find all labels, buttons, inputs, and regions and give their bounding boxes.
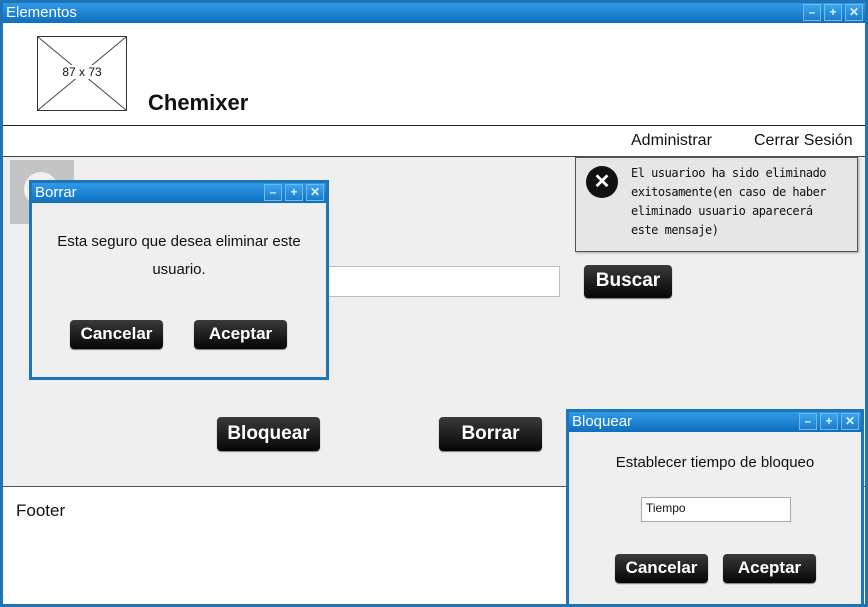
nav-administrar-link[interactable]: Administrar [631,132,712,150]
delete-dialog-message: Esta seguro que desea eliminar este usua… [57,233,301,278]
maximize-icon[interactable]: + [285,184,303,201]
minimize-icon[interactable]: – [264,184,282,201]
minimize-icon[interactable]: – [803,4,821,21]
logo-size-label: 87 x 73 [60,65,104,79]
close-icon[interactable]: ✕ [841,413,859,430]
nav-cerrar-sesion-link[interactable]: Cerrar Sesión [754,132,853,150]
window-title: Elementos [6,4,77,21]
search-input[interactable] [328,266,560,297]
search-button[interactable]: Buscar [584,265,672,298]
delete-accept-button[interactable]: Aceptar [194,320,287,349]
delete-cancel-button[interactable]: Cancelar [70,320,163,349]
close-icon[interactable]: ✕ [845,4,863,21]
minimize-icon[interactable]: – [799,413,817,430]
navbar: Administrar Cerrar Sesión [3,126,865,157]
logo-placeholder: 87 x 73 [37,36,127,111]
delete-dialog: Borrar – + ✕ Esta seguro que desea elimi… [29,180,329,380]
close-icon[interactable]: ✕ [306,184,324,201]
block-dialog: Bloquear – + ✕ Establecer tiempo de bloq… [566,409,864,607]
close-circle-icon: ✕ [586,166,618,198]
maximize-icon[interactable]: + [820,413,838,430]
delete-dialog-title: Borrar [35,184,77,201]
window-titlebar[interactable]: Elementos – + ✕ [3,3,865,23]
block-accept-button[interactable]: Aceptar [723,554,816,583]
brand-title: Chemixer [148,90,249,115]
success-alert: ✕ El usuarioo ha sido eliminado exitosam… [575,157,858,252]
tiempo-input[interactable]: Tiempo [641,497,791,522]
block-dialog-titlebar[interactable]: Bloquear – + ✕ [569,412,861,432]
footer-text: Footer [16,501,66,520]
delete-dialog-titlebar[interactable]: Borrar – + ✕ [32,183,326,203]
header: 87 x 73 Chemixer [3,23,865,126]
block-cancel-button[interactable]: Cancelar [615,554,708,583]
alert-message: El usuarioo ha sido eliminado exitosamen… [631,166,827,237]
maximize-icon[interactable]: + [824,4,842,21]
block-dialog-title: Bloquear [572,413,633,430]
block-dialog-message: Establecer tiempo de bloqueo [615,454,815,471]
delete-button[interactable]: Borrar [439,417,542,451]
block-button[interactable]: Bloquear [217,417,320,451]
